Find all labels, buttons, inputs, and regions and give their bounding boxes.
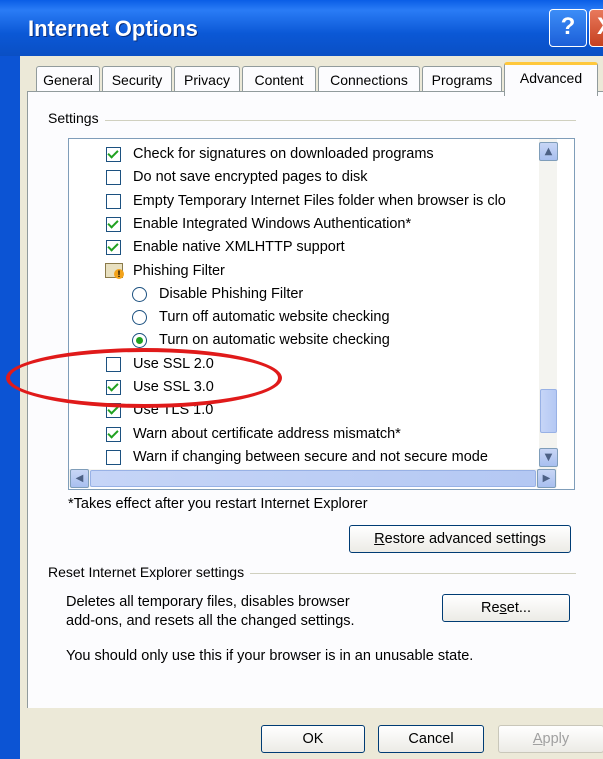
setting-row[interactable]: Turn off automatic website checking (69, 305, 539, 329)
setting-row[interactable]: Use TLS 1.0 (69, 398, 539, 422)
vertical-scrollbar[interactable]: ▲ ▼ (539, 139, 558, 469)
tab-security[interactable]: Security (102, 66, 172, 93)
reset-label-post: et... (506, 600, 531, 616)
setting-radio[interactable] (132, 310, 147, 326)
tab-connections[interactable]: Connections (318, 66, 420, 93)
setting-radio[interactable] (132, 286, 147, 302)
restore-label: estore advanced settings (384, 531, 546, 547)
scroll-right-button[interactable]: ▶ (537, 469, 556, 488)
close-icon: X (597, 13, 603, 40)
setting-label: Do not save encrypted pages to disk (133, 169, 368, 186)
ok-button[interactable]: OK (261, 725, 365, 753)
setting-checkbox[interactable] (106, 170, 121, 186)
window-left-border (0, 56, 20, 759)
setting-label: Turn on automatic website checking (159, 332, 390, 349)
setting-checkbox[interactable] (106, 380, 121, 395)
internet-options-dialog: Internet Options ? X General Security Pr… (0, 0, 603, 759)
settings-group-border (58, 120, 576, 121)
tab-privacy[interactable]: Privacy (174, 66, 240, 93)
reset-description-line1: Deletes all temporary files, disables br… (66, 594, 350, 610)
settings-listbox[interactable]: Check for signatures on downloaded progr… (68, 138, 575, 490)
cancel-button[interactable]: Cancel (378, 725, 484, 753)
apply-button[interactable]: Apply (498, 725, 603, 753)
restore-advanced-settings-button[interactable]: Restore advanced settings (349, 525, 571, 553)
setting-label: Enable native XMLHTTP support (133, 239, 345, 256)
apply-accesskey: A (532, 731, 543, 747)
setting-label: Turn off automatic website checking (159, 309, 390, 326)
setting-row[interactable]: Check for signatures on downloaded progr… (69, 142, 539, 166)
setting-row[interactable]: Do not save encrypted pages to disk (69, 165, 539, 189)
setting-label: Phishing Filter (133, 262, 225, 279)
setting-label: Warn about certificate address mismatch* (133, 425, 401, 442)
scroll-up-button[interactable]: ▲ (539, 142, 558, 161)
setting-row[interactable]: Turn on automatic website checking (69, 328, 539, 352)
setting-row[interactable]: Warn if changing between secure and not … (69, 445, 539, 469)
tab-advanced[interactable]: Advanced (504, 62, 598, 96)
close-button[interactable]: X (589, 9, 603, 47)
setting-checkbox[interactable] (106, 147, 121, 162)
apply-label: pply (542, 731, 570, 747)
window-title: Internet Options (28, 16, 198, 41)
setting-label: Use TLS 1.0 (133, 402, 214, 419)
tab-programs[interactable]: Programs (422, 66, 502, 93)
setting-label: Use SSL 3.0 (133, 379, 214, 395)
reset-description-line2: add-ons, and resets all the changed sett… (66, 613, 355, 629)
setting-label: Disable Phishing Filter (159, 285, 304, 302)
setting-checkbox[interactable] (106, 240, 121, 256)
setting-row[interactable]: Disable Phishing Filter (69, 282, 539, 306)
chevron-up-icon: ▲ (544, 146, 553, 157)
chevron-down-icon: ▼ (544, 452, 553, 463)
tab-general[interactable]: General (36, 66, 100, 93)
vertical-scroll-thumb[interactable] (540, 389, 557, 433)
chevron-right-icon: ▶ (542, 473, 551, 484)
horizontal-scrollbar[interactable]: ◀ ▶ (69, 469, 557, 488)
setting-radio[interactable] (132, 333, 147, 349)
help-button[interactable]: ? (549, 9, 587, 47)
setting-checkbox[interactable] (106, 449, 121, 465)
setting-label: Use SSL 2.0 (133, 355, 214, 372)
phishing-folder-icon (105, 262, 124, 279)
restore-accesskey: R (374, 531, 385, 547)
setting-label: Enable Integrated Windows Authentication… (133, 215, 412, 232)
reset-accesskey: s (499, 600, 507, 616)
tab-content[interactable]: Content (242, 66, 316, 93)
horizontal-scroll-thumb[interactable] (90, 470, 536, 487)
setting-row[interactable]: Phishing Filter (69, 259, 539, 283)
chevron-left-icon: ◀ (75, 473, 84, 484)
scroll-left-button[interactable]: ◀ (70, 469, 89, 488)
setting-row[interactable]: Warn about certificate address mismatch* (69, 422, 539, 446)
setting-row[interactable]: Empty Temporary Internet Files folder wh… (69, 189, 539, 213)
restart-footnote: *Takes effect after you restart Internet… (68, 496, 368, 512)
setting-label: Warn if changing between secure and not … (133, 448, 488, 465)
setting-checkbox[interactable] (106, 403, 121, 419)
reset-legend: Reset Internet Explorer settings (48, 564, 251, 580)
title-bar[interactable]: Internet Options ? X (0, 0, 603, 56)
settings-legend: Settings (48, 110, 105, 126)
setting-label: Check for signatures on downloaded progr… (133, 146, 434, 162)
setting-row[interactable]: Enable Integrated Windows Authentication… (69, 212, 539, 236)
help-icon: ? (560, 13, 576, 40)
reset-warning: You should only use this if your browser… (66, 648, 474, 664)
setting-checkbox[interactable] (106, 356, 121, 372)
setting-checkbox[interactable] (106, 193, 121, 209)
setting-label: Empty Temporary Internet Files folder wh… (133, 192, 506, 209)
setting-row[interactable]: Use SSL 3.0 (69, 375, 539, 399)
reset-label-pre: Re (481, 600, 500, 616)
scroll-down-button[interactable]: ▼ (539, 448, 558, 467)
setting-checkbox[interactable] (106, 426, 121, 442)
setting-checkbox[interactable] (106, 216, 121, 232)
setting-row[interactable]: Enable native XMLHTTP support (69, 235, 539, 259)
setting-row[interactable]: Use SSL 2.0 (69, 352, 539, 376)
settings-list: Check for signatures on downloaded progr… (69, 139, 539, 469)
reset-button[interactable]: Reset... (442, 594, 570, 622)
